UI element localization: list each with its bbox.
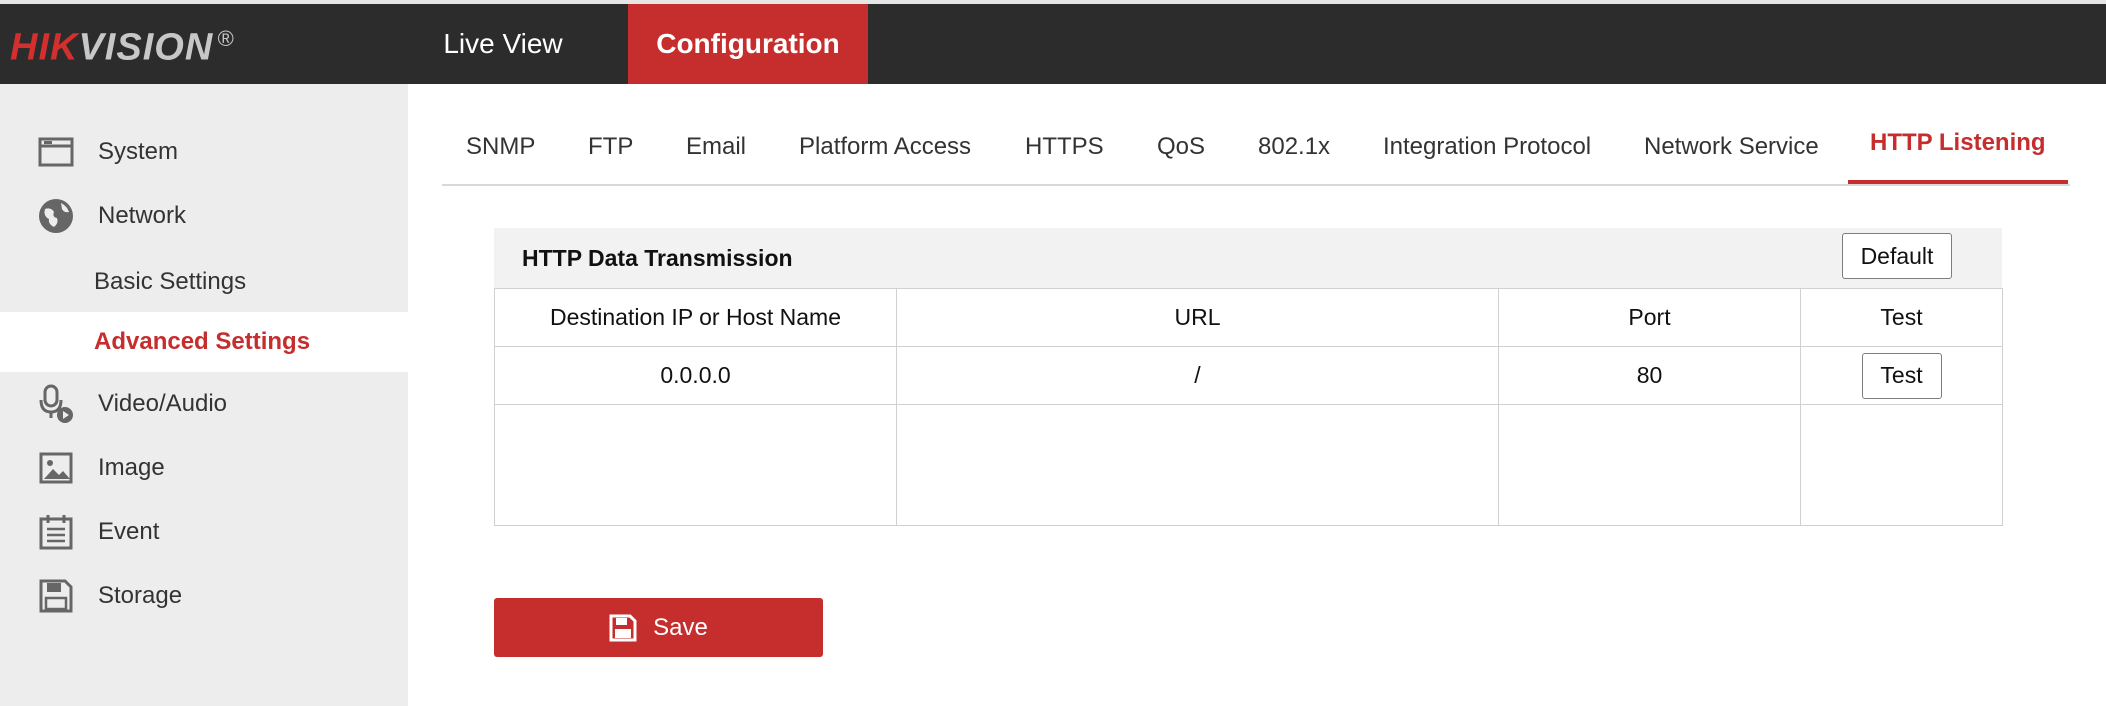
port-cell[interactable]: 80 bbox=[1498, 346, 1801, 405]
tab-integration-protocol[interactable]: Integration Protocol bbox=[1383, 110, 1591, 184]
column-header-destination: Destination IP or Host Name bbox=[494, 288, 897, 347]
sidebar-item-label: Image bbox=[98, 454, 165, 481]
system-icon bbox=[36, 132, 76, 172]
save-icon bbox=[609, 614, 637, 642]
sidebar-subitem-advanced-settings[interactable]: Advanced Settings bbox=[0, 312, 408, 372]
globe-icon bbox=[36, 196, 76, 236]
hikvision-logo: HIKVISION ® bbox=[10, 26, 234, 70]
tab-http-listening[interactable]: HTTP Listening bbox=[1848, 110, 2068, 184]
image-icon bbox=[36, 448, 76, 488]
tab-bar: SNMP FTP Email Platform Access HTTPS QoS… bbox=[442, 110, 2070, 186]
logo-text: VISION bbox=[78, 26, 214, 69]
nav-live-view[interactable]: Live View bbox=[412, 4, 594, 84]
column-header-url: URL bbox=[896, 288, 1499, 347]
default-button[interactable]: Default bbox=[1842, 233, 1952, 279]
sidebar-item-storage[interactable]: Storage bbox=[0, 566, 408, 626]
tab-ftp[interactable]: FTP bbox=[588, 110, 633, 184]
save-button[interactable]: Save bbox=[494, 598, 823, 657]
http-transmission-table: Destination IP or Host Name URL Port Tes… bbox=[494, 288, 2003, 526]
sidebar-item-label: Network bbox=[98, 202, 187, 229]
sidebar-item-label: Event bbox=[98, 518, 160, 545]
disk-icon bbox=[36, 576, 76, 616]
logo-text-red: HIK bbox=[10, 26, 79, 69]
nav-configuration[interactable]: Configuration bbox=[628, 4, 868, 84]
tab-platform-access[interactable]: Platform Access bbox=[799, 110, 971, 184]
tab-8021x[interactable]: 802.1x bbox=[1258, 110, 1330, 184]
test-cell: Test bbox=[1800, 346, 2003, 405]
microphone-icon bbox=[36, 384, 76, 424]
sidebar-item-label: System bbox=[98, 138, 179, 165]
column-header-test: Test bbox=[1800, 288, 2003, 347]
empty-cell bbox=[1800, 404, 2003, 526]
panel-header: HTTP Data Transmission Default bbox=[494, 228, 2002, 288]
sidebar-item-video-audio[interactable]: Video/Audio bbox=[0, 374, 408, 434]
tab-snmp[interactable]: SNMP bbox=[466, 110, 535, 184]
registered-mark: ® bbox=[217, 26, 235, 51]
sidebar-subitem-basic-settings[interactable]: Basic Settings bbox=[0, 252, 408, 312]
sidebar-item-image[interactable]: Image bbox=[0, 438, 408, 498]
tab-email[interactable]: Email bbox=[686, 110, 746, 184]
tab-qos[interactable]: QoS bbox=[1157, 110, 1205, 184]
destination-cell[interactable]: 0.0.0.0 bbox=[494, 346, 897, 405]
tab-https[interactable]: HTTPS bbox=[1025, 110, 1104, 184]
top-bar: HIKVISION ® Live View Configuration bbox=[0, 0, 2106, 84]
sidebar-item-label: Storage bbox=[98, 582, 183, 609]
empty-cell bbox=[896, 404, 1499, 526]
test-button[interactable]: Test bbox=[1861, 352, 1942, 399]
table-header-row: Destination IP or Host Name URL Port Tes… bbox=[494, 288, 2003, 347]
tab-network-service[interactable]: Network Service bbox=[1644, 110, 1819, 184]
empty-cell bbox=[494, 404, 897, 526]
sidebar-item-label: Video/Audio bbox=[98, 390, 227, 417]
table-row-empty bbox=[494, 404, 2003, 526]
sidebar-item-event[interactable]: Event bbox=[0, 502, 408, 562]
column-header-port: Port bbox=[1498, 288, 1801, 347]
empty-cell bbox=[1498, 404, 1801, 526]
save-button-label: Save bbox=[653, 613, 708, 641]
url-cell[interactable]: / bbox=[896, 346, 1499, 405]
calendar-icon bbox=[36, 512, 76, 552]
sidebar-item-system[interactable]: System bbox=[0, 122, 408, 182]
sidebar-item-network[interactable]: Network bbox=[0, 186, 408, 246]
table-row[interactable]: 0.0.0.0 / 80 Test bbox=[494, 346, 2003, 405]
panel-title: HTTP Data Transmission bbox=[522, 245, 793, 271]
sidebar: System Network Basic Settings Advanced S… bbox=[0, 84, 408, 706]
